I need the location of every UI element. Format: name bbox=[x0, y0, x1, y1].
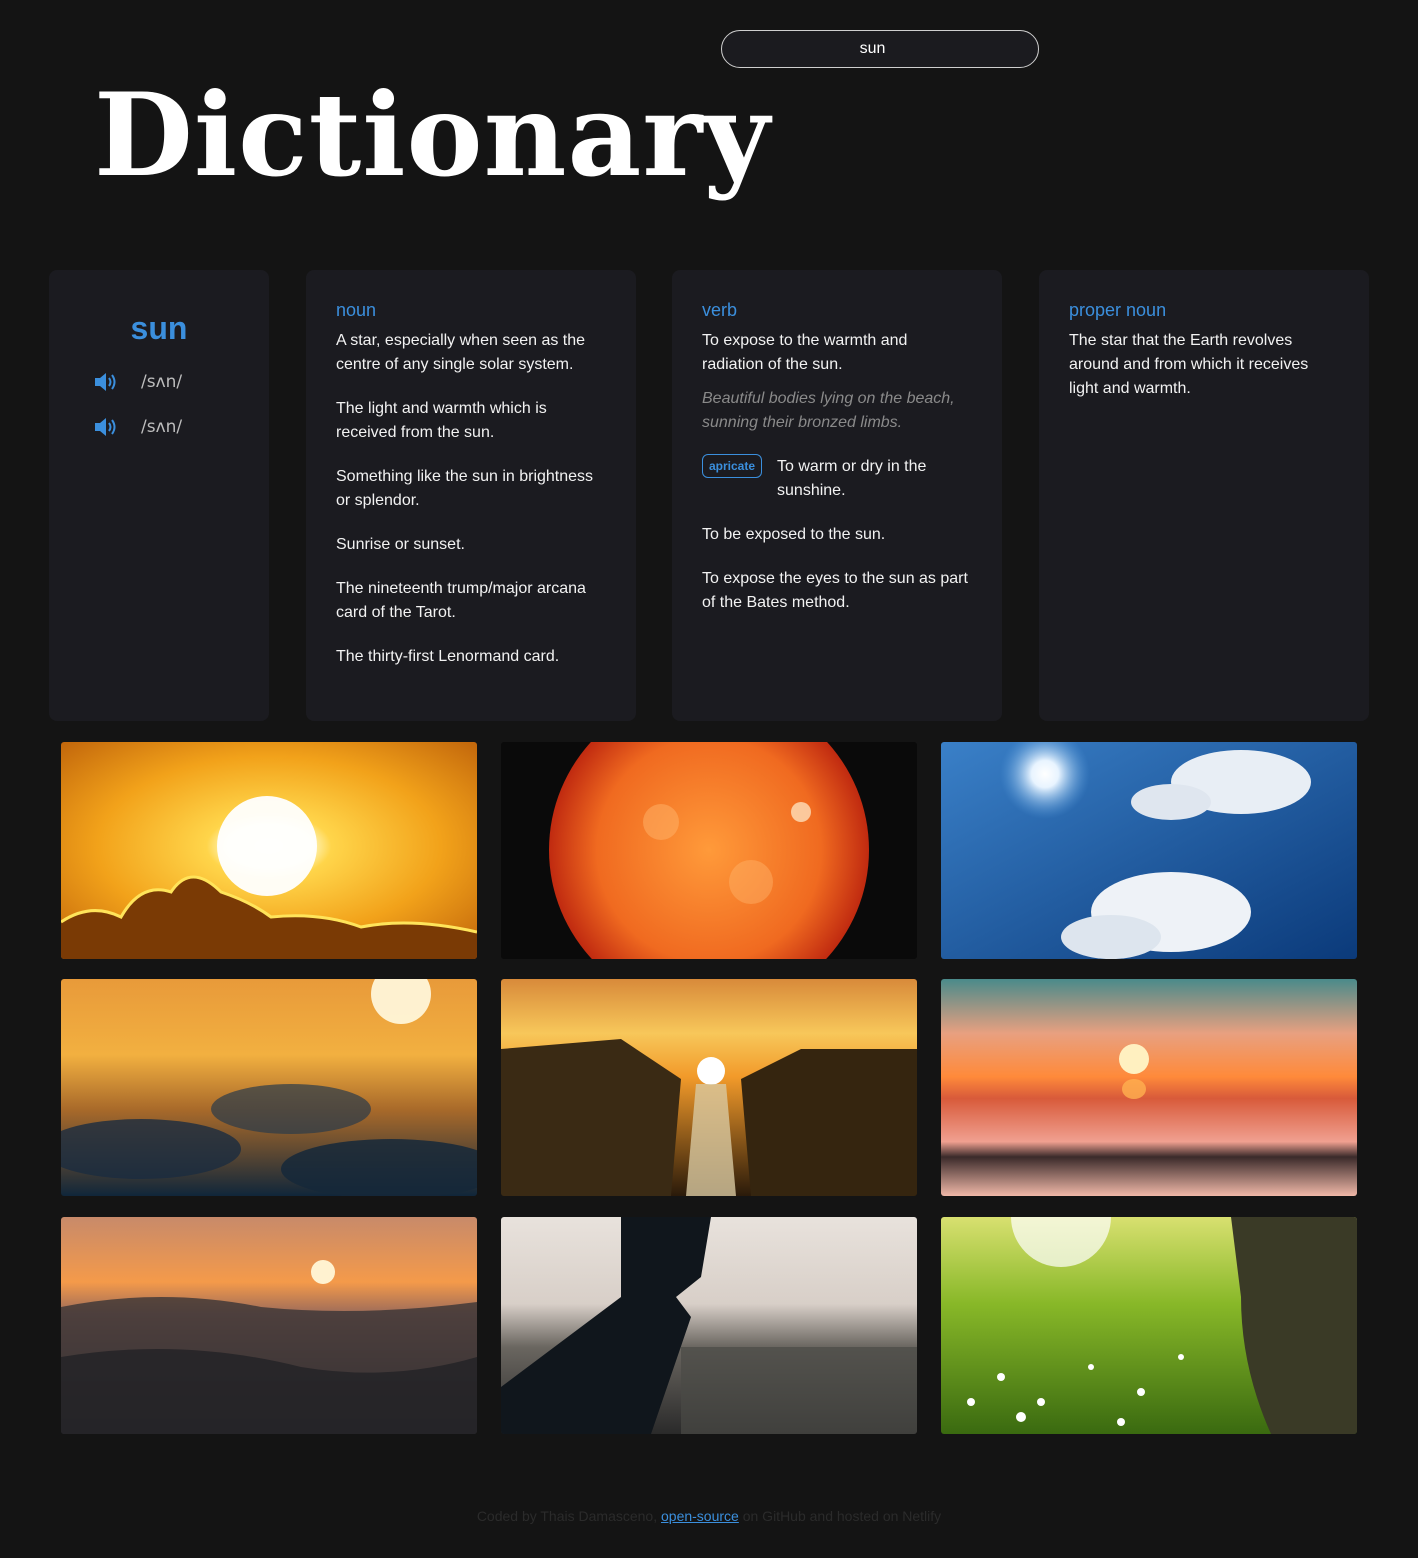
part-of-speech: noun bbox=[336, 300, 377, 320]
part-of-speech: proper noun bbox=[1069, 300, 1167, 320]
meadow-sunlight-photo[interactable] bbox=[941, 1217, 1357, 1434]
phonetic-row: /sʌn/ bbox=[93, 415, 182, 439]
ocean-wave-sunset-photo[interactable] bbox=[61, 1217, 477, 1434]
search-box bbox=[721, 30, 1039, 68]
canyon-sunburst-photo[interactable] bbox=[501, 979, 917, 1196]
blue-sky-sun-photo[interactable] bbox=[941, 742, 1357, 959]
search-input[interactable] bbox=[721, 30, 1039, 68]
open-source-link[interactable]: open-source bbox=[661, 1508, 739, 1524]
hand-city-sunset-photo[interactable] bbox=[501, 1217, 917, 1434]
sunset-clouds-photo[interactable] bbox=[61, 742, 477, 959]
speaker-icon[interactable] bbox=[93, 370, 119, 394]
footer-text: Coded by Thais Damasceno, bbox=[476, 1508, 661, 1524]
page-title: Dictionary bbox=[94, 68, 771, 202]
speaker-icon[interactable] bbox=[93, 415, 119, 439]
headword: sun bbox=[130, 310, 188, 346]
definition: A star, especially when seen as the cent… bbox=[336, 332, 586, 373]
part-of-speech: verb bbox=[702, 300, 738, 320]
solar-surface-photo[interactable] bbox=[501, 742, 917, 959]
phonetic-text: /sʌn/ bbox=[141, 372, 183, 392]
footer-text: on GitHub and hosted on Netlify bbox=[738, 1508, 942, 1524]
word-card: sun /sʌn/ /sʌn/ bbox=[49, 270, 269, 721]
footer: Coded by Thais Damasceno, open-source on… bbox=[0, 1508, 1418, 1524]
above-clouds-sunset-photo[interactable] bbox=[61, 979, 477, 1196]
definition: The star that the Earth revolves around … bbox=[1069, 332, 1309, 397]
definition: To expose to the warmth and radiation of… bbox=[702, 332, 908, 373]
synonym-badge[interactable]: apricate bbox=[702, 454, 763, 478]
verb-card: verb To expose to the warmth and radiati… bbox=[672, 270, 1002, 721]
definition: To be exposed to the sun. bbox=[702, 526, 886, 543]
definition: The light and warmth which is received f… bbox=[336, 400, 547, 441]
definition-example: Beautiful bodies lying on the beach, sun… bbox=[702, 390, 955, 431]
synonym-row: apricate To warm or dry in the sunshine. bbox=[702, 454, 972, 503]
definition: Something like the sun in brightness or … bbox=[336, 468, 594, 509]
definition: The nineteenth trump/major arcana card o… bbox=[336, 580, 586, 621]
definition: To warm or dry in the sunshine. bbox=[777, 458, 927, 499]
phonetic-row: /sʌn/ bbox=[93, 370, 182, 394]
definition: Sunrise or sunset. bbox=[336, 536, 465, 553]
noun-card: noun A star, especially when seen as the… bbox=[306, 270, 636, 721]
phonetic-text: /sʌn/ bbox=[141, 417, 183, 437]
proper-noun-card: proper noun The star that the Earth revo… bbox=[1039, 270, 1369, 721]
blurred-sea-sunset-photo[interactable] bbox=[941, 979, 1357, 1196]
definition: The thirty-first Lenormand card. bbox=[336, 648, 560, 665]
definition: To expose the eyes to the sun as part of… bbox=[702, 570, 968, 611]
